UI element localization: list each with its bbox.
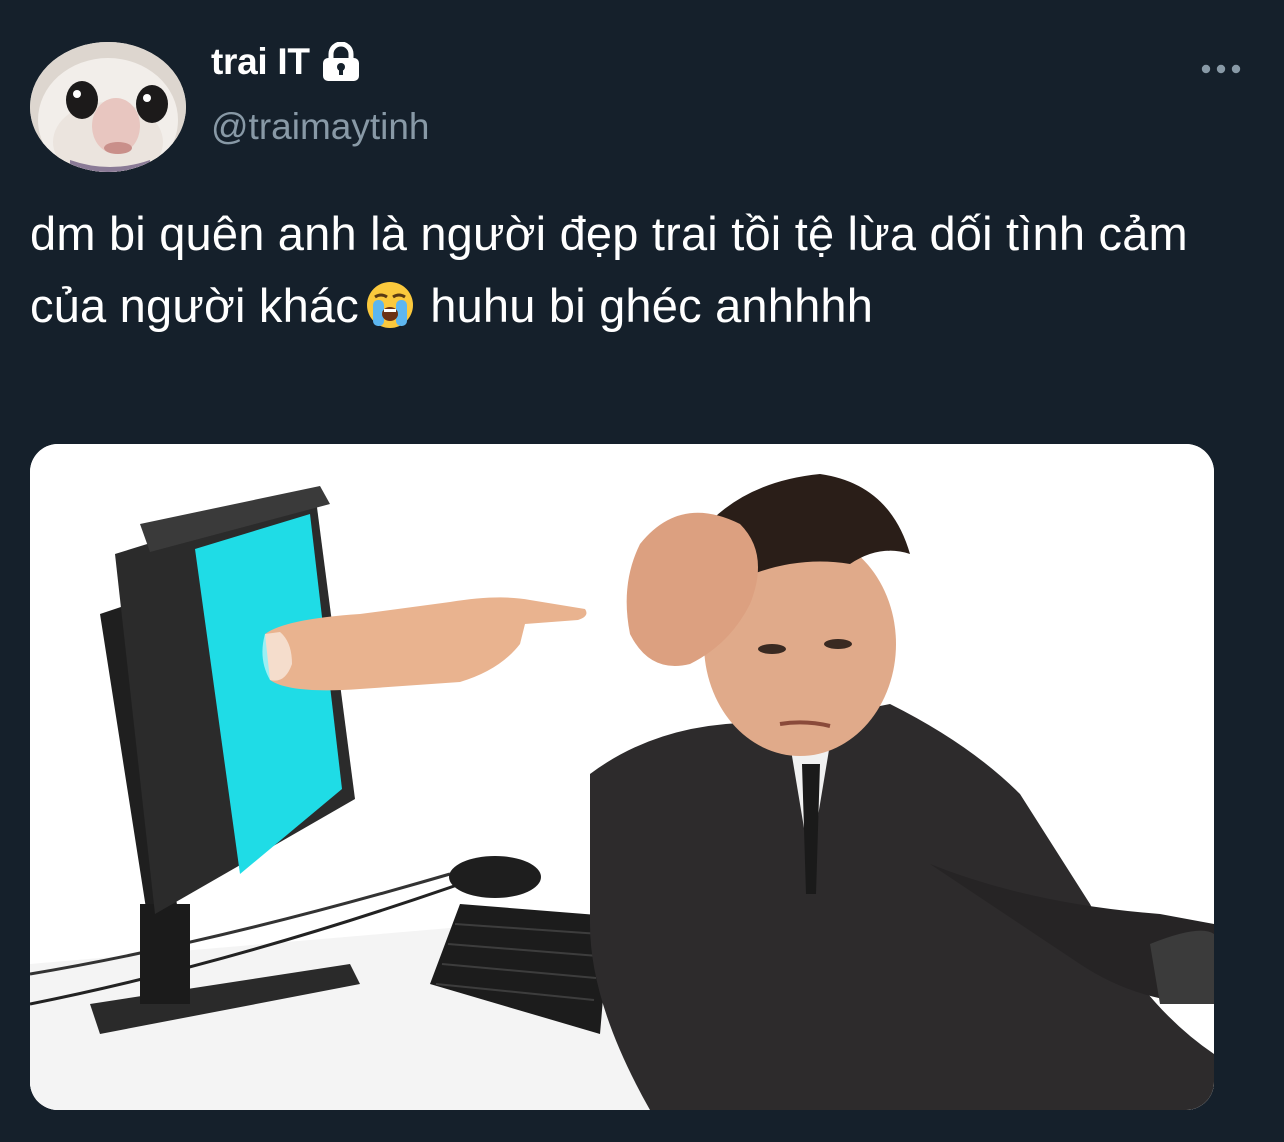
loudly-crying-face-icon — [365, 278, 415, 328]
author-avatar[interactable] — [30, 42, 186, 172]
tweet-text-part2: huhu bi ghéc anhhhh — [416, 279, 874, 332]
author-handle[interactable]: @traimaytinh — [211, 106, 430, 148]
protected-lock-icon — [320, 42, 362, 82]
tweet-media-image[interactable] — [30, 444, 1214, 1110]
more-options-button[interactable] — [1192, 54, 1250, 84]
tweet-card: trai IT @traimaytinh dm bi quên anh là n… — [0, 0, 1284, 1142]
meme-photo — [30, 444, 1214, 1110]
tweet-text: dm bi quên anh là người đẹp trai tồi tệ … — [30, 198, 1230, 342]
more-dots-icon — [1201, 64, 1241, 74]
author-name-row: trai IT — [211, 40, 362, 84]
author-display-name[interactable]: trai IT — [211, 41, 310, 83]
